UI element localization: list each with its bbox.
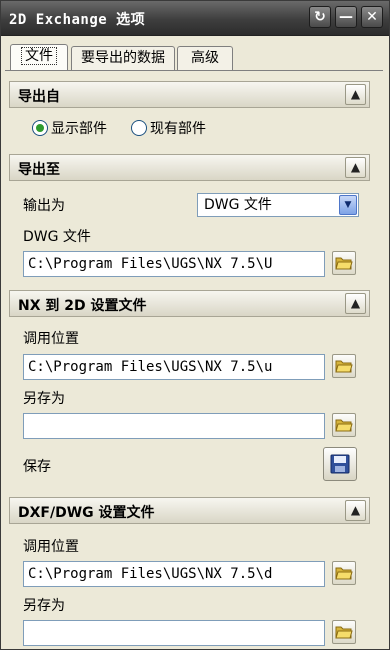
open-folder-icon[interactable] <box>332 354 356 378</box>
close-icon[interactable]: ✕ <box>361 6 383 28</box>
open-folder-icon[interactable] <box>332 620 356 644</box>
section-dxf-dwg-title: DXF/DWG 设置文件 <box>18 505 155 521</box>
output-as-label: 输出为 <box>23 198 65 214</box>
tab-advanced-label: 高级 <box>191 50 219 66</box>
section-dxf-dwg-header[interactable]: DXF/DWG 设置文件 ▲ <box>9 497 370 524</box>
open-folder-icon[interactable] <box>332 251 356 275</box>
nx-load-location-label: 调用位置 <box>23 331 79 347</box>
radio-display-part-label[interactable]: 显示部件 <box>51 118 107 138</box>
triangle-down-icon[interactable]: ▼ <box>339 195 357 215</box>
tab-divider <box>5 70 383 71</box>
dxf-load-path-input[interactable]: C:\Program Files\UGS\NX 7.5\d <box>23 561 325 587</box>
tab-advanced[interactable]: 高级 <box>177 46 233 71</box>
output-format-select[interactable]: DWG 文件 ▼ <box>197 193 359 217</box>
dxf-load-location-label: 调用位置 <box>23 539 79 555</box>
section-export-to-title: 导出至 <box>18 162 60 178</box>
dxf-save-as-path-input[interactable] <box>23 620 325 646</box>
refresh-icon[interactable]: ↻ <box>309 6 331 28</box>
section-export-from-title: 导出自 <box>18 89 60 105</box>
section-export-from-header[interactable]: 导出自 ▲ <box>9 81 370 108</box>
nx-load-path-input[interactable]: C:\Program Files\UGS\NX 7.5\u <box>23 354 325 380</box>
floppy-disk-icon[interactable] <box>323 447 357 481</box>
chevron-up-icon[interactable]: ▲ <box>345 84 366 105</box>
tab-file[interactable]: 文件 <box>10 44 68 71</box>
radio-display-part[interactable] <box>32 120 48 136</box>
open-folder-icon[interactable] <box>332 561 356 585</box>
tab-export-data[interactable]: 要导出的数据 <box>71 46 175 71</box>
chevron-up-icon[interactable]: ▲ <box>345 157 366 178</box>
section-export-to-header[interactable]: 导出至 ▲ <box>9 154 370 181</box>
output-format-value: DWG 文件 <box>204 197 272 213</box>
open-folder-icon[interactable] <box>332 413 356 437</box>
chevron-up-icon[interactable]: ▲ <box>345 500 366 521</box>
window-title: 2D Exchange 选项 <box>9 12 146 28</box>
tab-file-label: 文件 <box>21 47 57 65</box>
radio-existing-part-label[interactable]: 现有部件 <box>150 118 206 138</box>
tab-export-data-label: 要导出的数据 <box>81 50 165 66</box>
dwg-file-path-input[interactable]: C:\Program Files\UGS\NX 7.5\U <box>23 251 325 277</box>
nx-save-label: 保存 <box>23 459 51 475</box>
nx-save-as-label: 另存为 <box>23 391 65 407</box>
section-nx-to-2d-header[interactable]: NX 到 2D 设置文件 ▲ <box>9 290 370 317</box>
radio-selected-dot <box>36 124 44 132</box>
dxf-save-as-label: 另存为 <box>23 598 65 614</box>
dwg-file-label: DWG 文件 <box>23 229 91 245</box>
chevron-up-icon[interactable]: ▲ <box>345 293 366 314</box>
section-nx-to-2d-title: NX 到 2D 设置文件 <box>18 298 147 314</box>
radio-existing-part[interactable] <box>131 120 147 136</box>
nx-save-as-path-input[interactable] <box>23 413 325 439</box>
minimize-icon[interactable]: — <box>335 6 357 28</box>
dialog-window: 2D Exchange 选项 ↻ — ✕ 文件 要导出的数据 高级 导出自 ▲ … <box>0 0 390 650</box>
title-bar[interactable]: 2D Exchange 选项 ↻ — ✕ <box>1 1 389 36</box>
